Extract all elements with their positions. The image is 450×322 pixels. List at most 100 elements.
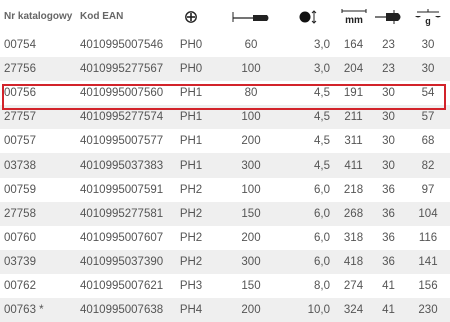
cell-weight: 97 bbox=[421, 183, 435, 196]
cell-weight: 54 bbox=[421, 87, 435, 100]
cell-tip: PH3 bbox=[179, 279, 203, 292]
phillips-cross-icon bbox=[166, 10, 216, 23]
cell-ean: 4010995007546 bbox=[80, 39, 164, 52]
screwdriver-blade-length-icon bbox=[216, 10, 286, 24]
cell-ean: 4010995277574 bbox=[80, 111, 164, 124]
table-row: 00763 * 4010995007638 PH4 200 10,0 324 41 230 bbox=[0, 298, 450, 322]
cell-handle-diameter: 23 bbox=[382, 39, 395, 52]
cell-total-length: 211 bbox=[344, 111, 363, 124]
cell-ean: 4010995007621 bbox=[80, 279, 164, 292]
cell-handle-diameter: 41 bbox=[382, 279, 395, 292]
cell-handle-diameter: 36 bbox=[382, 231, 395, 244]
cell-diameter: 4,5 bbox=[314, 135, 330, 148]
cell-catalog-no: 00756 bbox=[4, 87, 36, 100]
cell-handle-diameter: 36 bbox=[382, 207, 395, 220]
cell-diameter: 4,5 bbox=[314, 111, 330, 124]
cell-diameter: 6,0 bbox=[314, 183, 330, 196]
table-row: 00756 4010995007560 PH1 80 4,5 191 30 54 bbox=[0, 81, 450, 105]
cell-tip: PH4 bbox=[179, 304, 203, 317]
table-row: 03738 4010995037383 PH1 300 4,5 411 30 82 bbox=[0, 153, 450, 178]
cell-weight: 30 bbox=[421, 63, 435, 76]
cell-tip: PH2 bbox=[179, 183, 203, 196]
cell-ean: 4010995037390 bbox=[80, 255, 164, 268]
cell-total-length: 274 bbox=[343, 279, 364, 292]
svg-text:g: g bbox=[425, 16, 431, 26]
cell-diameter: 4,5 bbox=[314, 87, 330, 100]
table-row: 27757 4010995277574 PH1 100 4,5 211 30 57 bbox=[0, 105, 450, 130]
cell-ean: 4010995007607 bbox=[80, 231, 164, 244]
table-body: 00754 4010995007546 PH0 60 3,0 164 23 30 27756 40… bbox=[0, 33, 450, 322]
cell-diameter: 6,0 bbox=[314, 231, 330, 244]
svg-text:mm: mm bbox=[345, 15, 363, 25]
cell-ean: 4010995007560 bbox=[80, 87, 164, 100]
cell-weight: 116 bbox=[418, 231, 438, 244]
header-ean: Kod EAN bbox=[80, 11, 124, 22]
cell-handle-diameter: 23 bbox=[382, 63, 395, 76]
cell-handle-diameter: 30 bbox=[382, 159, 395, 172]
cell-blade-length: 150 bbox=[241, 207, 261, 220]
cell-weight: 141 bbox=[418, 255, 438, 268]
cell-diameter: 10,0 bbox=[307, 304, 330, 317]
cell-blade-length: 80 bbox=[244, 87, 258, 100]
cell-weight: 104 bbox=[418, 207, 438, 220]
cell-tip: PH0 bbox=[179, 63, 203, 76]
cell-blade-length: 200 bbox=[241, 304, 261, 317]
cell-ean: 4010995037383 bbox=[80, 159, 164, 172]
cell-weight: 82 bbox=[421, 159, 435, 172]
table-header-row: Nr katalogowy Kod EAN mm g bbox=[0, 0, 450, 33]
cell-ean: 4010995277581 bbox=[80, 207, 164, 220]
cell-total-length: 204 bbox=[343, 63, 364, 76]
cell-blade-length: 100 bbox=[241, 63, 261, 76]
cell-diameter: 3,0 bbox=[314, 63, 330, 76]
table-row: 00754 4010995007546 PH0 60 3,0 164 23 30 bbox=[0, 33, 450, 57]
cell-tip: PH2 bbox=[179, 231, 203, 244]
cell-diameter: 8,0 bbox=[314, 279, 330, 292]
cell-handle-diameter: 30 bbox=[382, 87, 395, 100]
cell-diameter: 3,0 bbox=[314, 39, 330, 52]
cell-tip: PH1 bbox=[179, 135, 203, 148]
cell-diameter: 6,0 bbox=[314, 207, 330, 220]
cell-tip: PH2 bbox=[179, 207, 203, 220]
cell-total-length: 164 bbox=[343, 39, 364, 52]
table-row: 00759 4010995007591 PH2 100 6,0 218 36 97 bbox=[0, 178, 450, 202]
cell-catalog-no: 03738 bbox=[4, 159, 36, 172]
cell-handle-diameter: 30 bbox=[382, 111, 395, 124]
cell-total-length: 218 bbox=[343, 183, 364, 196]
cell-handle-diameter: 36 bbox=[382, 255, 395, 268]
cell-weight: 230 bbox=[418, 304, 438, 317]
cell-catalog-no: 00762 bbox=[4, 279, 36, 292]
cell-total-length: 411 bbox=[344, 159, 363, 172]
cell-weight: 30 bbox=[421, 39, 435, 52]
header-catalog-no: Nr katalogowy bbox=[4, 11, 73, 22]
table-row: 00757 4010995007577 PH1 200 4,5 311 30 68 bbox=[0, 129, 450, 153]
cell-total-length: 191 bbox=[343, 87, 364, 100]
cell-catalog-no: 00754 bbox=[4, 39, 36, 52]
cell-tip: PH0 bbox=[179, 39, 203, 52]
table-row: 03739 4010995037390 PH2 300 6,0 418 36 141 bbox=[0, 249, 450, 274]
cell-blade-length: 60 bbox=[244, 39, 258, 52]
cell-total-length: 318 bbox=[343, 231, 364, 244]
blade-diameter-icon bbox=[286, 9, 336, 24]
cell-catalog-no: 00760 bbox=[4, 231, 36, 244]
cell-weight: 57 bbox=[421, 111, 435, 124]
product-spec-table: Nr katalogowy Kod EAN mm g 00754 4010995… bbox=[0, 0, 450, 322]
cell-handle-diameter: 36 bbox=[382, 183, 395, 196]
cell-catalog-no: 27758 bbox=[4, 207, 36, 220]
cell-catalog-no: 00763 * bbox=[4, 304, 44, 317]
cell-weight: 156 bbox=[418, 279, 438, 292]
cell-diameter: 6,0 bbox=[314, 255, 330, 268]
cell-blade-length: 300 bbox=[241, 159, 261, 172]
total-length-mm-icon: mm bbox=[336, 8, 371, 25]
cell-blade-length: 150 bbox=[241, 279, 261, 292]
table-row: 00762 4010995007621 PH3 150 8,0 274 41 156 bbox=[0, 274, 450, 298]
cell-catalog-no: 27757 bbox=[4, 111, 36, 124]
table-row: 00760 4010995007607 PH2 200 6,0 318 36 116 bbox=[0, 226, 450, 250]
cell-diameter: 4,5 bbox=[314, 159, 330, 172]
table-row: 27756 4010995277567 PH0 100 3,0 204 23 30 bbox=[0, 57, 450, 82]
cell-handle-diameter: 30 bbox=[382, 135, 395, 148]
cell-catalog-no: 00757 bbox=[4, 135, 36, 148]
cell-blade-length: 300 bbox=[241, 255, 261, 268]
cell-handle-diameter: 41 bbox=[382, 304, 395, 317]
cell-tip: PH2 bbox=[179, 255, 203, 268]
table-row: 27758 4010995277581 PH2 150 6,0 268 36 104 bbox=[0, 201, 450, 226]
